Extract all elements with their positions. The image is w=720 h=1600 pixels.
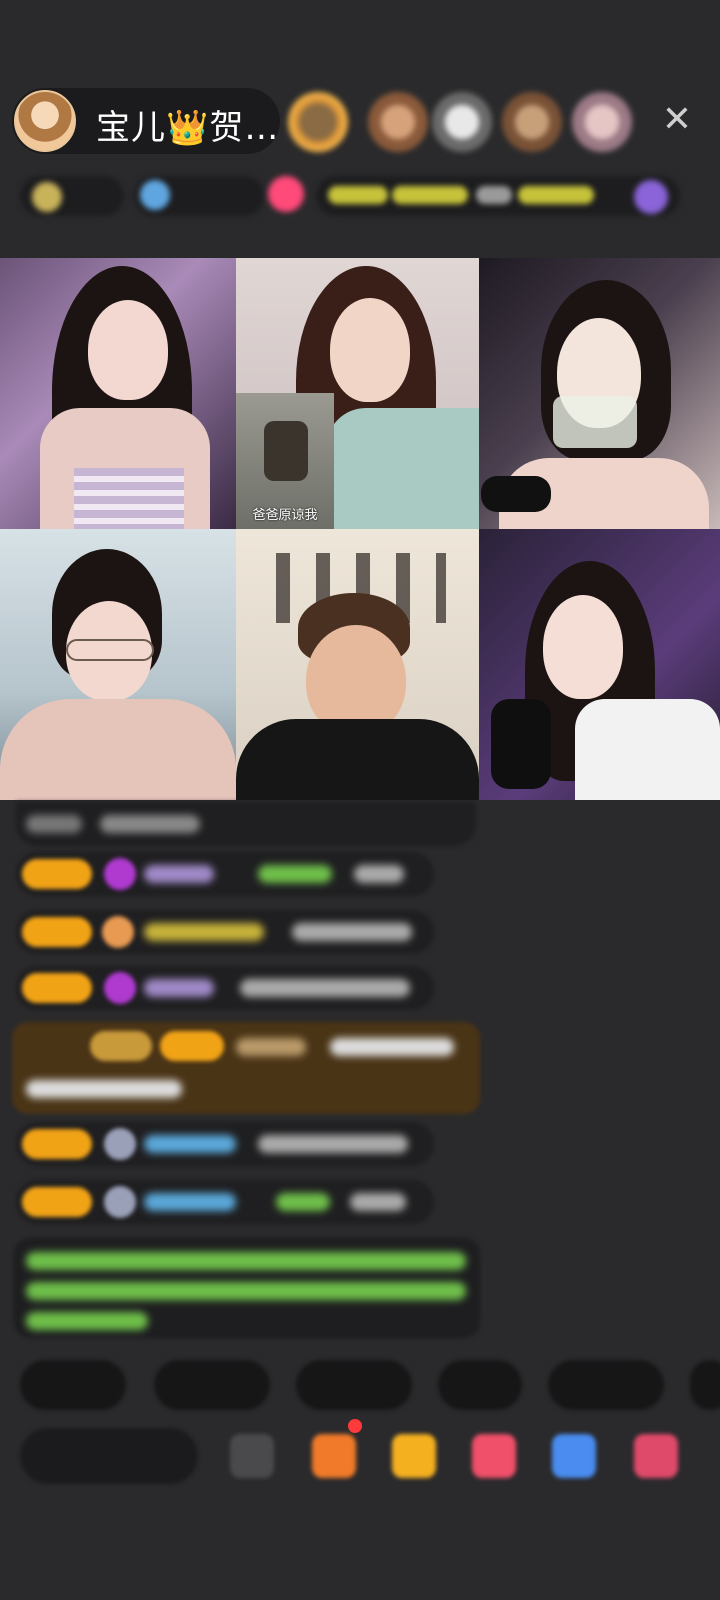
chat-text xyxy=(26,815,82,833)
video-tile-1[interactable] xyxy=(0,258,236,529)
streamer-body xyxy=(575,699,720,800)
chat-text xyxy=(350,1193,406,1211)
video-grid: 爸爸原谅我 xyxy=(0,258,720,800)
video-tile-5[interactable] xyxy=(236,529,479,800)
user-icon xyxy=(104,1186,136,1218)
quick-chip[interactable] xyxy=(438,1360,522,1410)
quick-chip[interactable] xyxy=(690,1360,720,1410)
chat-text xyxy=(354,865,404,883)
activity-text-4 xyxy=(518,186,594,204)
microphone-icon xyxy=(481,476,551,512)
notice-text xyxy=(26,1312,148,1330)
streamer-face xyxy=(88,300,168,400)
chat-input[interactable] xyxy=(20,1428,198,1484)
video-tile-4[interactable] xyxy=(0,529,236,800)
quick-chip[interactable] xyxy=(154,1360,270,1410)
streamer-face xyxy=(543,595,623,699)
viewer-avatar[interactable] xyxy=(432,92,492,152)
video-tile-2[interactable]: 爸爸原谅我 xyxy=(236,258,479,529)
highlight-message xyxy=(12,1022,480,1114)
host-avatar[interactable] xyxy=(14,90,76,152)
host-name: 宝儿👑贺… xyxy=(96,108,280,148)
streamer-body xyxy=(326,408,479,529)
pip-figure xyxy=(264,421,308,481)
chat-text xyxy=(258,865,332,883)
activity-icon xyxy=(634,180,668,214)
notice-text xyxy=(26,1282,466,1300)
rank-icon xyxy=(32,182,62,212)
face-mask xyxy=(553,396,637,448)
host-info-pill[interactable]: 宝儿👑贺… xyxy=(12,88,280,154)
notification-dot xyxy=(348,1419,362,1433)
game-icon[interactable] xyxy=(472,1434,516,1478)
video-tile-3[interactable] xyxy=(479,258,720,529)
level-badge xyxy=(22,973,92,1003)
level-badge xyxy=(22,917,92,947)
quick-chip[interactable] xyxy=(296,1360,412,1410)
video-tile-6[interactable] xyxy=(479,529,720,800)
diamond-icon xyxy=(104,972,136,1004)
diamond-icon xyxy=(104,858,136,890)
microphone-icon xyxy=(491,699,551,789)
chat-username xyxy=(144,865,214,883)
activity-text-3 xyxy=(476,186,512,204)
share-icon[interactable] xyxy=(552,1434,596,1478)
gift-icon[interactable] xyxy=(392,1434,436,1478)
chat-text xyxy=(258,1135,408,1153)
streamer-body xyxy=(0,699,236,800)
chat-text xyxy=(292,923,412,941)
emoji-icon[interactable] xyxy=(230,1434,274,1478)
level-badge xyxy=(160,1031,224,1061)
chat-text xyxy=(26,1080,182,1098)
fans-badge xyxy=(268,176,304,212)
viewer-avatar[interactable] xyxy=(368,92,428,152)
pip-caption: 爸爸原谅我 xyxy=(252,508,318,523)
viewer-avatar[interactable] xyxy=(288,92,348,152)
chat-message xyxy=(16,802,476,846)
notice-text xyxy=(26,1252,466,1270)
activity-text-1 xyxy=(328,186,388,204)
chat-username xyxy=(144,979,214,997)
level-badge xyxy=(22,1129,92,1159)
level-badge xyxy=(22,859,92,889)
activity-text-2 xyxy=(392,186,468,204)
streamer-face xyxy=(330,298,410,402)
close-icon[interactable]: ✕ xyxy=(655,98,699,142)
picture-in-picture[interactable]: 爸爸原谅我 xyxy=(236,393,334,529)
level-badge xyxy=(90,1031,152,1061)
chat-text xyxy=(100,815,200,833)
gift-box-icon[interactable] xyxy=(312,1434,356,1478)
more-icon[interactable] xyxy=(634,1434,678,1478)
viewer-avatar[interactable] xyxy=(572,92,632,152)
chat-text xyxy=(240,979,410,997)
glasses-icon xyxy=(66,639,154,661)
quick-chip[interactable] xyxy=(548,1360,664,1410)
viewer-avatar[interactable] xyxy=(502,92,562,152)
chat-text xyxy=(236,1038,306,1056)
fans-icon xyxy=(140,180,170,210)
user-icon xyxy=(104,1128,136,1160)
quick-chip[interactable] xyxy=(20,1360,126,1410)
streamer-body xyxy=(236,719,479,800)
chat-username xyxy=(144,923,264,941)
chat-username xyxy=(144,1193,236,1211)
striped-top xyxy=(74,468,184,529)
chat-text xyxy=(276,1193,330,1211)
level-badge xyxy=(22,1187,92,1217)
user-icon xyxy=(102,916,134,948)
chat-username xyxy=(144,1135,236,1153)
chat-text xyxy=(330,1038,454,1056)
